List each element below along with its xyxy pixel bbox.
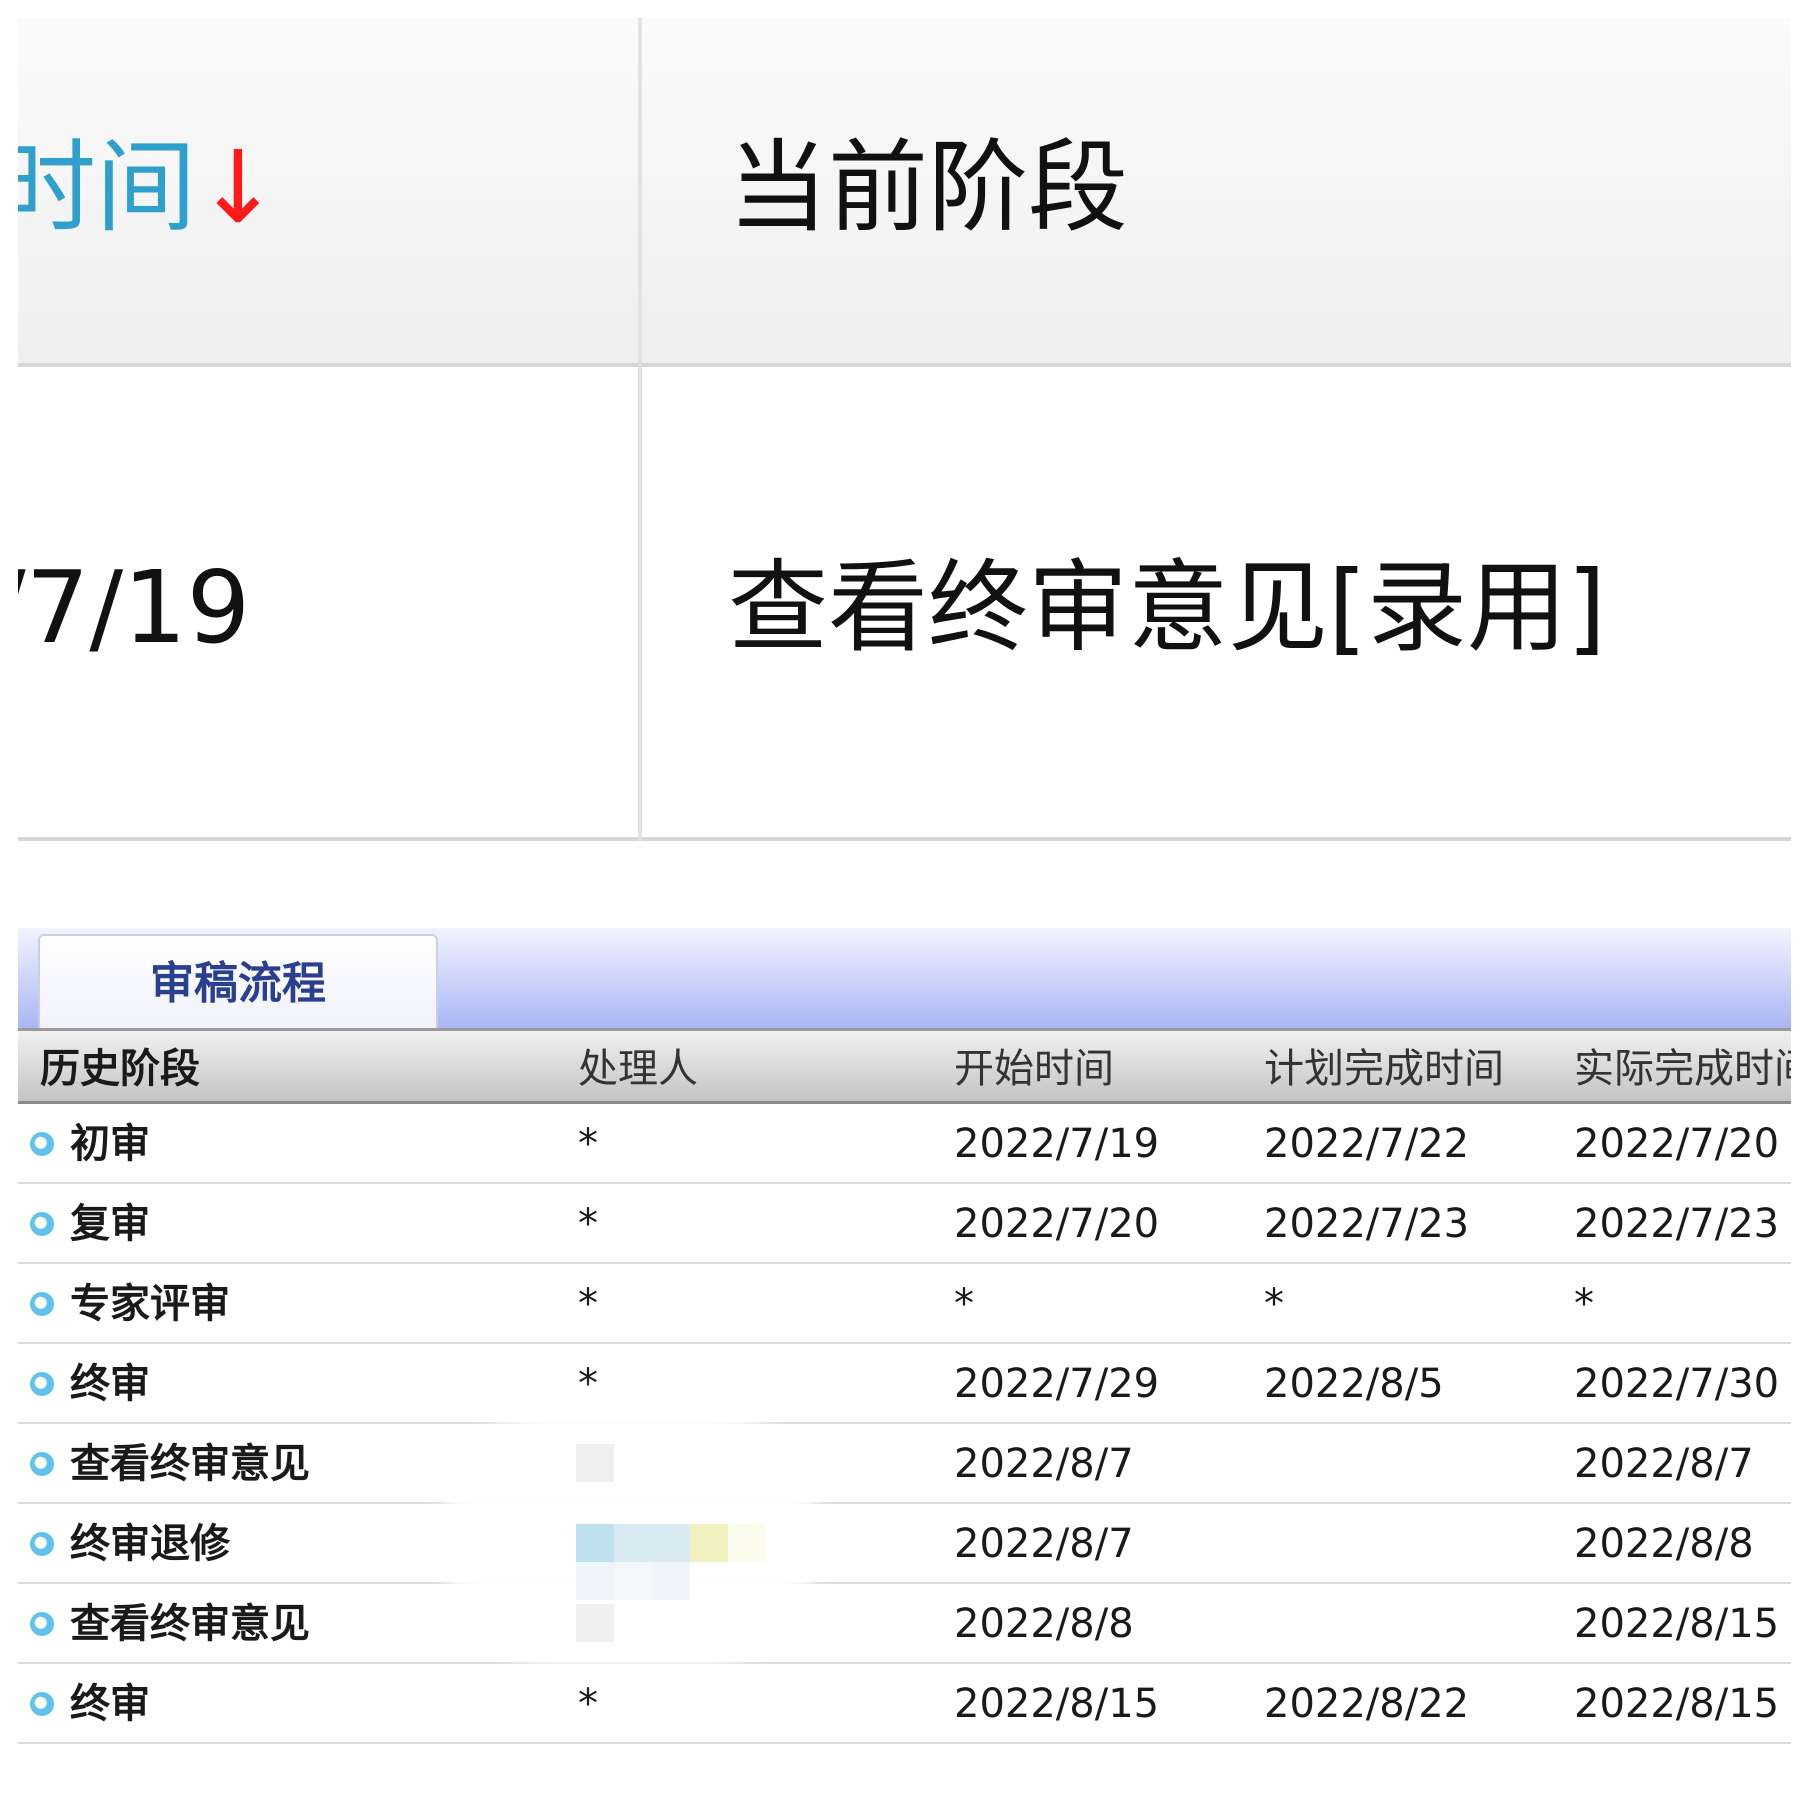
stage-name: 查看终审意见	[70, 1441, 310, 1487]
column-header-time-label[interactable]: 时间	[18, 129, 196, 246]
current-stage-value: 查看终审意见[录用]	[728, 549, 1607, 666]
current-status-table: 时间↓ 当前阶段 /7/19 查看终审意见[录用]	[18, 18, 1791, 845]
column-header-current-stage: 当前阶段	[728, 129, 1128, 246]
table-row: 终审 * 2022/8/15 2022/8/22 2022/8/15	[18, 1664, 1791, 1744]
circle-bullet-icon	[30, 1132, 54, 1156]
redaction-mosaic	[576, 1562, 614, 1600]
redaction-mosaic	[576, 1444, 614, 1482]
start-time-cell: *	[954, 1281, 974, 1327]
table-row: 终审退修 2022/8/7 2022/8/8	[18, 1504, 1791, 1584]
circle-bullet-icon	[30, 1212, 54, 1236]
current-status-header: 时间↓ 当前阶段	[18, 18, 1791, 367]
start-time-cell: 2022/7/29	[954, 1361, 1160, 1407]
actual-finish-cell: 2022/7/30	[1574, 1361, 1780, 1407]
column-header-actual-finish: 实际完成时间	[1574, 1046, 1791, 1092]
table-row: 查看终审意见 2022/8/8 2022/8/15	[18, 1584, 1791, 1664]
column-header-handler: 处理人	[578, 1046, 698, 1092]
stage-name: 初审	[70, 1121, 150, 1167]
stage-name: 终审退修	[70, 1521, 230, 1567]
stage-name: 查看终审意见	[70, 1601, 310, 1647]
table-row: 查看终审意见 2022/8/7 2022/8/7	[18, 1424, 1791, 1504]
circle-bullet-icon	[30, 1532, 54, 1556]
stage-name: 终审	[70, 1361, 150, 1407]
column-header-start-time: 开始时间	[954, 1046, 1114, 1092]
table-row: 专家评审 * * * *	[18, 1264, 1791, 1344]
current-status-row: /7/19 查看终审意见[录用]	[18, 367, 1791, 841]
actual-finish-cell: 2022/8/15	[1574, 1681, 1780, 1727]
circle-bullet-icon	[30, 1692, 54, 1716]
column-header-planned-finish: 计划完成时间	[1264, 1046, 1504, 1092]
handler-cell: *	[578, 1201, 598, 1247]
actual-finish-cell: 2022/7/23	[1574, 1201, 1780, 1247]
circle-bullet-icon	[30, 1452, 54, 1476]
circle-bullet-icon	[30, 1292, 54, 1316]
redaction-mosaic	[728, 1524, 766, 1562]
circle-bullet-icon	[30, 1372, 54, 1396]
stage-name: 专家评审	[70, 1281, 230, 1327]
actual-finish-cell: 2022/7/20	[1574, 1121, 1780, 1167]
redaction-mosaic	[576, 1604, 614, 1642]
redaction-mosaic	[576, 1524, 614, 1562]
tab-bar: 审稿流程	[18, 928, 1791, 1028]
redaction-mosaic	[652, 1524, 690, 1562]
tab-review-process-label: 审稿流程	[150, 958, 326, 1009]
planned-finish-cell: 2022/7/23	[1264, 1201, 1470, 1247]
actual-finish-cell: 2022/8/8	[1574, 1521, 1754, 1567]
handler-cell: *	[578, 1121, 598, 1167]
planned-finish-cell: 2022/8/22	[1264, 1681, 1470, 1727]
handler-cell: *	[578, 1281, 598, 1327]
stage-name: 终审	[70, 1681, 150, 1727]
circle-bullet-icon	[30, 1612, 54, 1636]
start-time-cell: 2022/8/15	[954, 1681, 1160, 1727]
table-row: 初审 * 2022/7/19 2022/7/22 2022/7/20	[18, 1104, 1791, 1184]
sort-descending-icon[interactable]: ↓	[196, 129, 280, 246]
start-time-cell: 2022/8/8	[954, 1601, 1134, 1647]
planned-finish-cell: 2022/7/22	[1264, 1121, 1470, 1167]
page: 时间↓ 当前阶段 /7/19 查看终审意见[录用] 审稿流程 历史阶段 处理人 …	[0, 0, 1800, 1800]
start-time-cell: 2022/7/20	[954, 1201, 1160, 1247]
handler-cell: *	[578, 1681, 598, 1727]
column-divider	[638, 18, 642, 841]
actual-finish-cell: 2022/8/15	[1574, 1601, 1780, 1647]
actual-finish-cell: 2022/8/7	[1574, 1441, 1754, 1487]
column-header-time[interactable]: 时间↓	[18, 138, 280, 238]
planned-finish-cell: 2022/8/5	[1264, 1361, 1444, 1407]
table-row: 终审 * 2022/7/29 2022/8/5 2022/7/30	[18, 1344, 1791, 1424]
start-time-cell: 2022/8/7	[954, 1521, 1134, 1567]
redaction-mosaic	[652, 1562, 690, 1600]
current-time-value: /7/19	[18, 549, 251, 666]
review-process-table: 历史阶段 处理人 开始时间 计划完成时间 实际完成时间 初审 * 2022/7/…	[18, 1028, 1791, 1748]
table-row: 复审 * 2022/7/20 2022/7/23 2022/7/23	[18, 1184, 1791, 1264]
redaction-mosaic	[614, 1562, 652, 1600]
table-header: 历史阶段 处理人 开始时间 计划完成时间 实际完成时间	[18, 1028, 1791, 1104]
redaction-mosaic	[690, 1524, 728, 1562]
planned-finish-cell: *	[1264, 1281, 1284, 1327]
tab-review-process[interactable]: 审稿流程	[38, 934, 438, 1028]
actual-finish-cell: *	[1574, 1281, 1594, 1327]
handler-cell: *	[578, 1361, 598, 1407]
column-header-history-stage: 历史阶段	[40, 1046, 200, 1092]
stage-name: 复审	[70, 1201, 150, 1247]
start-time-cell: 2022/8/7	[954, 1441, 1134, 1487]
start-time-cell: 2022/7/19	[954, 1121, 1160, 1167]
redaction-mosaic	[614, 1524, 652, 1562]
